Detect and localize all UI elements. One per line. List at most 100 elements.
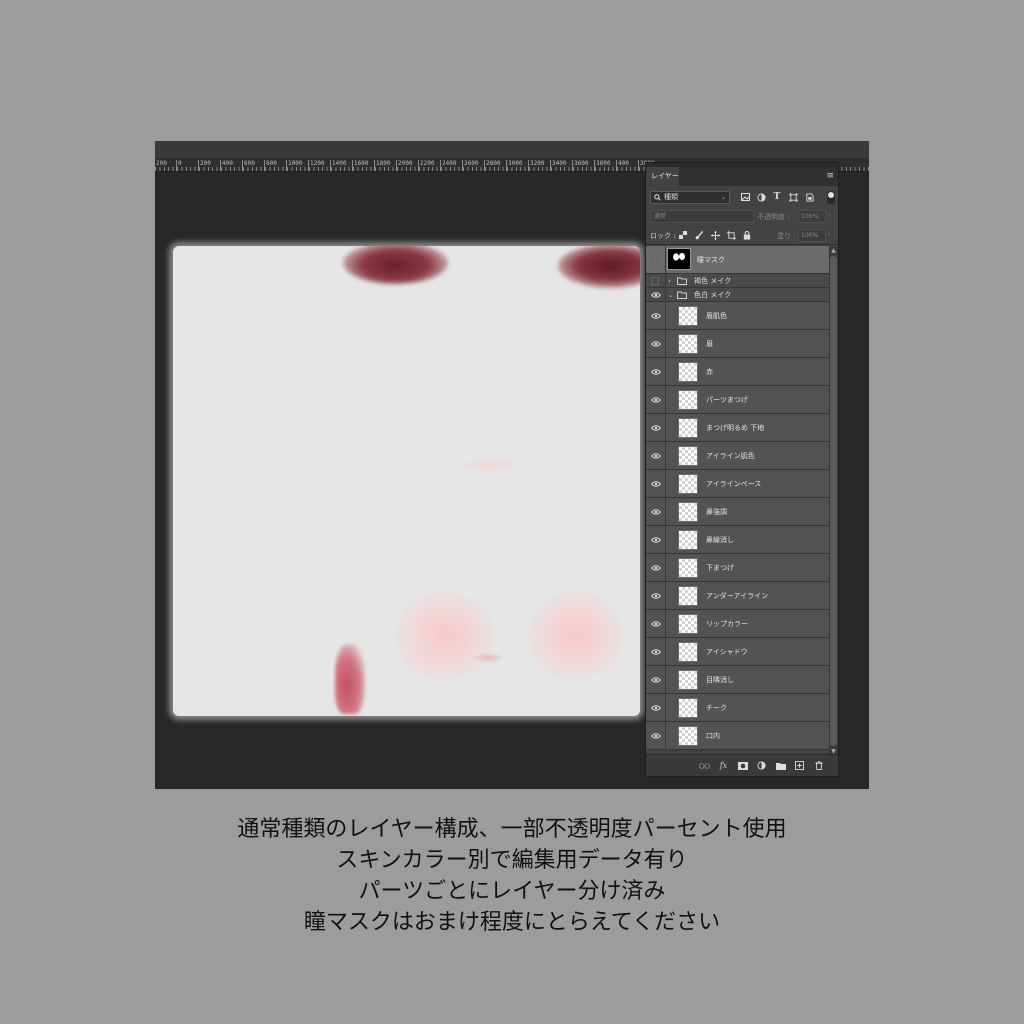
eye-icon[interactable] [649,506,663,518]
layer-thumbnail[interactable] [678,558,698,578]
layer-thumbnail[interactable] [678,502,698,522]
layer-name[interactable]: アイラインベース [706,479,761,489]
visibility-toggle[interactable] [651,276,659,285]
layer-thumbnail[interactable] [678,698,698,718]
layer-row[interactable]: 口内 [646,722,829,750]
layer-name[interactable]: パーツまつげ [706,395,748,405]
new-layer-icon[interactable] [794,760,805,771]
layer-row[interactable]: 瞳マスク [646,246,829,274]
eye-icon[interactable] [649,674,663,686]
eye-icon[interactable] [649,338,663,350]
layer-name[interactable]: 瞳マスク [697,255,725,265]
lock-artboard-icon[interactable] [726,230,736,240]
folder-icon[interactable] [775,760,786,771]
trash-icon[interactable] [813,760,824,771]
eye-icon[interactable] [649,422,663,434]
lock-all-icon[interactable] [742,230,752,240]
eye-icon[interactable] [649,618,663,630]
layer-thumbnail[interactable] [678,614,698,634]
layer-row[interactable]: 眉 [646,330,829,358]
layer-name[interactable]: アイシャドウ [706,647,748,657]
layer-row[interactable]: まつげ明るめ 下地 [646,414,829,442]
layer-thumbnail[interactable] [678,362,698,382]
layer-row[interactable]: チーク [646,694,829,722]
layer-row[interactable]: 鼻強調 [646,498,829,526]
layer-row[interactable]: 赤 [646,358,829,386]
eye-icon[interactable] [649,590,663,602]
layer-thumbnail[interactable] [678,390,698,410]
layer-name[interactable]: 鼻線消し [706,535,734,545]
eye-icon[interactable] [649,289,663,301]
layer-thumbnail[interactable] [678,474,698,494]
layer-name[interactable]: 口内 [706,731,720,741]
eye-icon[interactable] [649,394,663,406]
panel-menu-icon[interactable]: ≡ [826,171,834,181]
layer-row[interactable]: リップカラー [646,610,829,638]
layer-row[interactable]: アイシャドウ [646,638,829,666]
layer-name[interactable]: チーク [706,703,727,713]
eye-icon[interactable] [649,562,663,574]
layer-name[interactable]: 眉 [706,339,713,349]
smart-object-filter-icon[interactable] [804,192,814,202]
layer-thumbnail[interactable] [678,418,698,438]
adjustment-icon[interactable] [756,760,767,771]
layer-name[interactable]: 色白 メイク [694,290,731,300]
layer-name[interactable]: 赤 [706,367,713,377]
layer-name[interactable]: 下まつげ [706,563,734,573]
layer-thumbnail[interactable] [678,726,698,746]
layer-thumbnail[interactable] [678,586,698,606]
image-filter-icon[interactable] [740,192,750,202]
chevron-down-icon[interactable]: ⌄ [668,291,674,299]
layer-thumbnail[interactable] [667,248,691,270]
layer-group-row[interactable]: ⌄ 色白 メイク [646,288,829,302]
layer-thumbnail[interactable] [678,446,698,466]
eye-icon[interactable] [649,366,663,378]
filter-toggle[interactable] [827,191,835,204]
shape-filter-icon[interactable] [788,192,798,202]
lock-transparency-icon[interactable] [678,230,688,240]
layer-name[interactable]: 褐色 メイク [694,276,731,286]
fx-icon[interactable]: fx [718,760,729,771]
document-canvas[interactable] [173,246,640,716]
fill-chevron-icon[interactable]: › [828,231,830,238]
layer-name[interactable]: 目隣消し [706,675,734,685]
layer-name[interactable]: 鼻強調 [706,507,727,517]
layer-thumbnail[interactable] [678,306,698,326]
filter-kind-select[interactable]: 種類 ⌄ [650,191,730,204]
layer-row[interactable]: 下まつげ [646,554,829,582]
opacity-chevron-icon[interactable]: › [828,212,830,219]
tab-layers[interactable]: レイヤー [646,167,679,186]
eye-icon[interactable] [649,730,663,742]
layer-row[interactable]: 目隣消し [646,666,829,694]
layer-row[interactable]: アイラインベース [646,470,829,498]
layer-scrollbar[interactable]: ▲ ▼ [829,246,838,756]
layer-name[interactable]: アイライン肌色 [706,451,755,461]
opacity-input[interactable]: 100% [798,210,826,223]
layer-thumbnail[interactable] [678,642,698,662]
lock-move-icon[interactable] [710,230,720,240]
chevron-right-icon[interactable]: › [668,277,671,285]
layer-row[interactable]: 鼻線消し [646,526,829,554]
adjustment-filter-icon[interactable] [756,192,766,202]
fill-input[interactable]: 100% [798,229,826,242]
layer-name[interactable]: まつげ明るめ 下地 [706,423,764,433]
layer-group-row[interactable]: › 褐色 メイク [646,274,829,288]
visibility-toggle[interactable] [651,255,659,264]
layer-name[interactable]: 眉肌色 [706,311,727,321]
eye-icon[interactable] [649,702,663,714]
scroll-thumb[interactable] [830,256,837,746]
layer-name[interactable]: リップカラー [706,619,748,629]
eye-icon[interactable] [649,646,663,658]
eye-icon[interactable] [649,310,663,322]
layer-name[interactable]: アンダーアイライン [706,591,768,601]
eye-icon[interactable] [649,478,663,490]
eye-icon[interactable] [649,450,663,462]
layer-thumbnail[interactable] [678,530,698,550]
scroll-up-icon[interactable]: ▲ [829,246,838,255]
type-filter-icon[interactable]: T [772,192,782,202]
eye-icon[interactable] [649,534,663,546]
layer-row[interactable]: パーツまつげ [646,386,829,414]
layer-row[interactable]: 眉肌色 [646,302,829,330]
layer-thumbnail[interactable] [678,670,698,690]
layer-thumbnail[interactable] [678,334,698,354]
